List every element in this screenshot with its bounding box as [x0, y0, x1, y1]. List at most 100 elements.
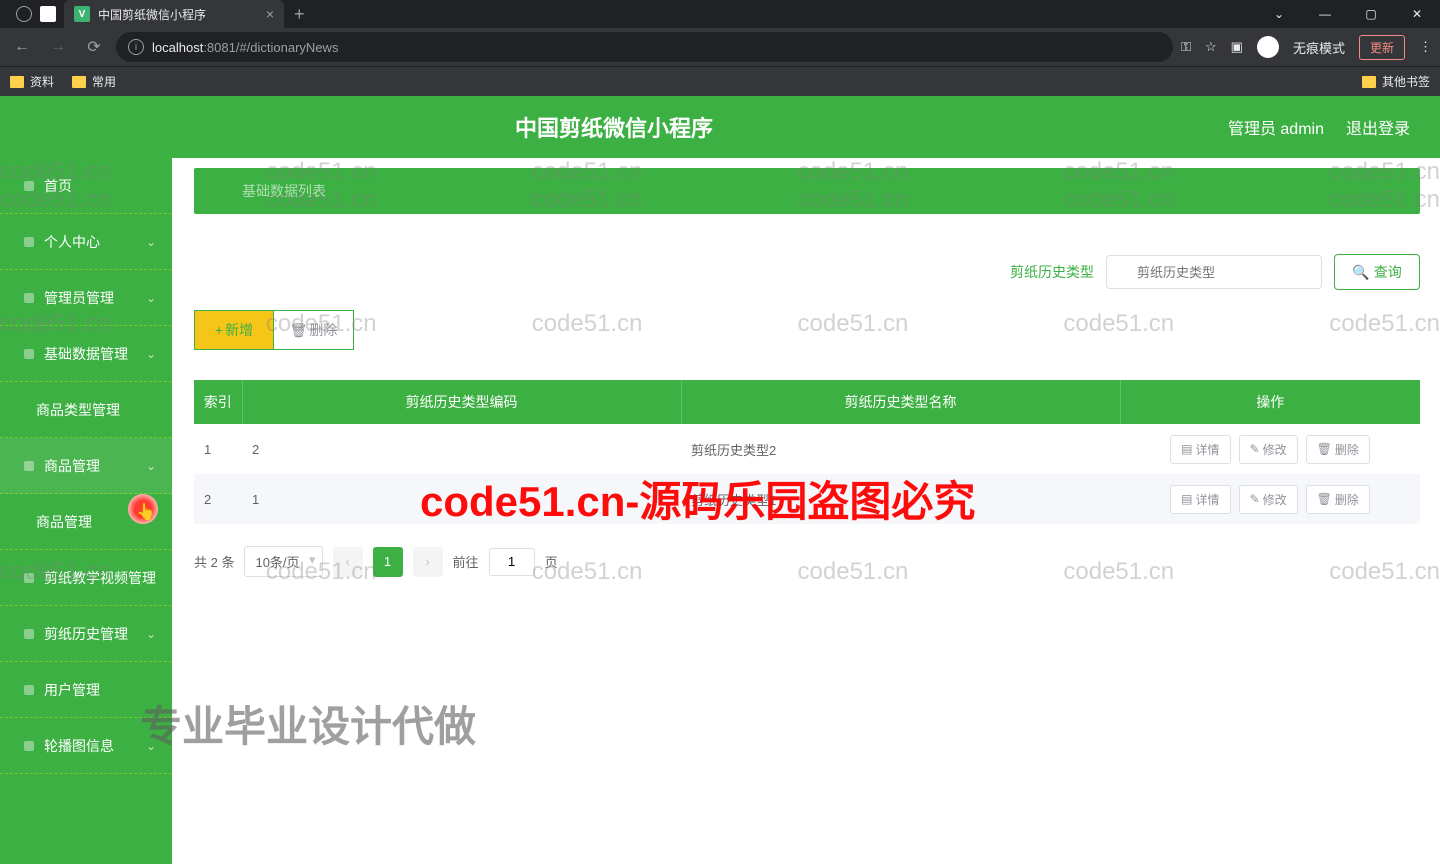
sidebar-item-basedata[interactable]: 基础数据管理⌄: [0, 326, 172, 382]
cell-code: 1: [242, 474, 681, 524]
admin-label[interactable]: 管理员 admin: [1228, 115, 1324, 139]
new-tab-button[interactable]: +: [284, 4, 315, 25]
url-text: localhost:8081/#/dictionaryNews: [152, 40, 338, 55]
window-dropdown-icon[interactable]: ⌄: [1256, 0, 1302, 28]
sidebar-item-users[interactable]: 用户管理: [0, 662, 172, 718]
key-icon[interactable]: ⚿: [1181, 39, 1191, 55]
video-icon: [24, 573, 34, 583]
action-row: +新增 🗑删除: [194, 310, 1420, 350]
page-size-select[interactable]: 10条/页: [244, 546, 322, 577]
search-input-wrap: 🔍: [1106, 255, 1322, 289]
product-icon: [24, 461, 34, 471]
sys-icon-1[interactable]: [16, 6, 32, 22]
sidebar-item-video[interactable]: 剪纸教学视频管理: [0, 550, 172, 606]
row-delete-button[interactable]: 🗑删除: [1306, 435, 1370, 464]
window-maximize-icon[interactable]: ▢: [1348, 0, 1394, 28]
folder-icon: [1362, 76, 1376, 88]
forward-button[interactable]: →: [44, 33, 72, 61]
cell-ops: ▤详情 ✎修改 🗑删除: [1120, 474, 1420, 524]
other-bookmarks[interactable]: 其他书签: [1362, 73, 1430, 90]
page-number-1[interactable]: 1: [373, 547, 403, 577]
edit-icon: ✎: [1250, 442, 1260, 456]
doc-icon: ▤: [1181, 442, 1192, 456]
detail-button[interactable]: ▤详情: [1170, 485, 1230, 514]
magnify-icon: 🔍: [1352, 264, 1369, 281]
chevron-down-icon: ⌄: [146, 235, 156, 249]
star-icon[interactable]: ☆: [1205, 39, 1217, 55]
data-table: 索引 剪纸历史类型编码 剪纸历史类型名称 操作 1 2 剪纸历史类型2 ▤详情 …: [194, 380, 1420, 524]
edit-button[interactable]: ✎修改: [1239, 485, 1298, 514]
incognito-icon: [1257, 36, 1279, 58]
trash-icon: 🗑: [1317, 442, 1332, 456]
cell-name: 剪纸历史类型2: [681, 424, 1120, 474]
carousel-icon: [24, 741, 34, 751]
sidebar-item-product-type[interactable]: 商品类型管理: [0, 382, 172, 438]
incognito-label: 无痕模式: [1293, 38, 1345, 57]
extension-icon[interactable]: ▣: [1231, 39, 1243, 55]
sidebar-item-history[interactable]: 剪纸历史管理⌄: [0, 606, 172, 662]
update-button[interactable]: 更新: [1359, 35, 1405, 60]
window-minimize-icon[interactable]: —: [1302, 0, 1348, 28]
menu-icon[interactable]: ⋮: [1419, 39, 1432, 55]
chevron-down-icon: ⌄: [146, 459, 156, 473]
back-button[interactable]: ←: [8, 33, 36, 61]
cursor-click-indicator: [128, 494, 158, 524]
delete-button[interactable]: 🗑删除: [274, 310, 354, 350]
browser-tab[interactable]: V 中国剪纸微信小程序 ×: [64, 0, 284, 28]
sidebar: 首页 个人中心⌄ 管理员管理⌄ 基础数据管理⌄ 商品类型管理 商品管理⌄ 商品管…: [0, 158, 172, 864]
goto-label-pre: 前往: [453, 552, 479, 571]
table-header-row: 索引 剪纸历史类型编码 剪纸历史类型名称 操作: [194, 380, 1420, 424]
content-area: 基础数据列表 剪纸历史类型 🔍 🔍查询 +新增 🗑删除 索引 剪纸历史类型编码 …: [172, 158, 1440, 864]
logout-link[interactable]: 退出登录: [1346, 115, 1410, 139]
search-row: 剪纸历史类型 🔍 🔍查询: [194, 254, 1420, 290]
cell-idx: 2: [194, 474, 242, 524]
goto-input[interactable]: [489, 548, 535, 576]
app-body: 首页 个人中心⌄ 管理员管理⌄ 基础数据管理⌄ 商品类型管理 商品管理⌄ 商品管…: [0, 158, 1440, 864]
folder-icon: [72, 76, 86, 88]
profile-icon: [24, 237, 34, 247]
cell-name: 剪纸历史类型1: [681, 474, 1120, 524]
row-delete-button[interactable]: 🗑删除: [1306, 485, 1370, 514]
search-input[interactable]: [1106, 255, 1322, 289]
tab-close-icon[interactable]: ×: [266, 6, 274, 22]
bookmark-folder-2[interactable]: 常用: [72, 73, 116, 90]
url-input[interactable]: i localhost:8081/#/dictionaryNews: [116, 32, 1173, 62]
reload-button[interactable]: ⟳: [80, 33, 108, 61]
home-icon: [24, 181, 34, 191]
site-info-icon[interactable]: i: [128, 39, 144, 55]
sidebar-item-admin[interactable]: 管理员管理⌄: [0, 270, 172, 326]
trash-icon: 🗑: [1317, 492, 1332, 506]
pagination: 共 2 条 10条/页 ‹ 1 › 前往 页: [194, 546, 1420, 577]
tab-left-icons: [8, 6, 64, 22]
detail-button[interactable]: ▤详情: [1170, 435, 1230, 464]
bookmark-folder-1[interactable]: 资料: [10, 73, 54, 90]
sidebar-item-carousel[interactable]: 轮播图信息⌄: [0, 718, 172, 774]
window-controls: ⌄ — ▢ ✕: [1256, 0, 1440, 28]
sidebar-item-home[interactable]: 首页: [0, 158, 172, 214]
page-prev-button[interactable]: ‹: [333, 547, 363, 577]
chevron-down-icon: ⌄: [146, 347, 156, 361]
window-close-icon[interactable]: ✕: [1394, 0, 1440, 28]
table-row: 2 1 剪纸历史类型1 ▤详情 ✎修改 🗑删除: [194, 474, 1420, 524]
admin-icon: [24, 293, 34, 303]
users-icon: [24, 685, 34, 695]
tab-bar: V 中国剪纸微信小程序 × + ⌄ — ▢ ✕: [0, 0, 1440, 28]
edit-icon: ✎: [1250, 492, 1260, 506]
chevron-down-icon: ⌄: [146, 627, 156, 641]
add-button[interactable]: +新增: [194, 310, 274, 350]
browser-chrome: V 中国剪纸微信小程序 × + ⌄ — ▢ ✕ ← → ⟳ i localhos…: [0, 0, 1440, 96]
plus-icon: +: [215, 322, 223, 338]
cell-ops: ▤详情 ✎修改 🗑删除: [1120, 424, 1420, 474]
sys-icon-2[interactable]: [40, 6, 56, 22]
page-total: 共 2 条: [194, 552, 234, 571]
app-title: 中国剪纸微信小程序: [0, 111, 1228, 143]
query-button[interactable]: 🔍查询: [1334, 254, 1420, 290]
sidebar-item-profile[interactable]: 个人中心⌄: [0, 214, 172, 270]
data-icon: [24, 349, 34, 359]
page-next-button[interactable]: ›: [413, 547, 443, 577]
sidebar-item-product-mgmt-parent[interactable]: 商品管理⌄: [0, 438, 172, 494]
col-ops: 操作: [1120, 380, 1420, 424]
folder-icon: [10, 76, 24, 88]
edit-button[interactable]: ✎修改: [1239, 435, 1298, 464]
search-label: 剪纸历史类型: [1010, 262, 1094, 282]
